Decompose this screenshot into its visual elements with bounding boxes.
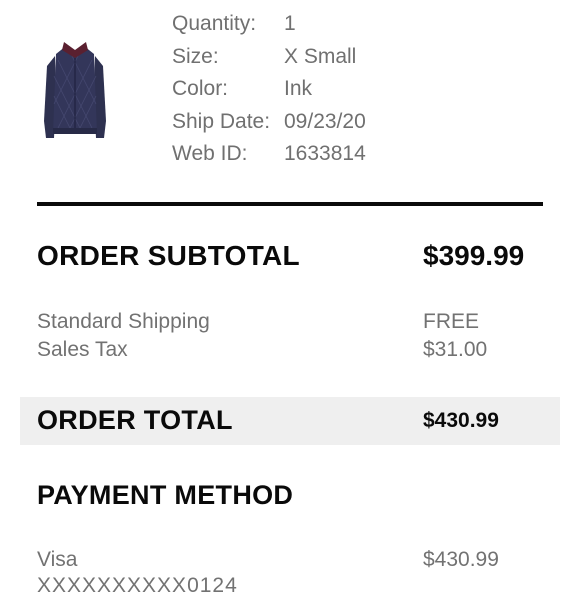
sales-tax-label: Sales Tax — [37, 338, 128, 361]
color-value: Ink — [284, 77, 313, 100]
payment-amount: $430.99 — [423, 548, 499, 571]
payment-row: Visa $430.99 — [37, 546, 543, 574]
payment-method-heading: PAYMENT METHOD — [37, 480, 294, 510]
shipping-value: FREE — [423, 310, 480, 333]
size-value: X Small — [284, 44, 357, 68]
quantity-value: 1 — [284, 12, 296, 35]
web-id-label: Web ID: — [172, 142, 248, 165]
shipping-row: Standard Shipping FREE — [37, 308, 543, 336]
shipping-label: Standard Shipping — [37, 310, 210, 333]
jacket-image — [44, 42, 106, 138]
web-id-value: 1633814 — [284, 142, 366, 165]
ship-date-value: 09/23/20 — [284, 109, 366, 133]
product-image[interactable] — [42, 36, 108, 144]
sales-tax-row: Sales Tax $31.00 — [37, 336, 543, 364]
order-subtotal-value: $399.99 — [423, 240, 525, 271]
order-total-value: $430.99 — [423, 409, 499, 432]
card-number-masked: XXXXXXXXXX0124 — [37, 574, 238, 597]
quantity-label: Quantity: — [172, 12, 257, 35]
size-label: Size: — [172, 44, 219, 68]
card-type: Visa — [37, 548, 78, 571]
order-total-label: ORDER TOTAL — [37, 405, 233, 435]
section-divider — [37, 202, 543, 206]
order-total-band: ORDER TOTAL $430.99 — [20, 397, 560, 445]
order-subtotal-label: ORDER SUBTOTAL — [37, 240, 300, 271]
sales-tax-value: $31.00 — [423, 338, 488, 361]
color-label: Color: — [172, 77, 229, 100]
ship-date-label: Ship Date: — [172, 109, 271, 133]
